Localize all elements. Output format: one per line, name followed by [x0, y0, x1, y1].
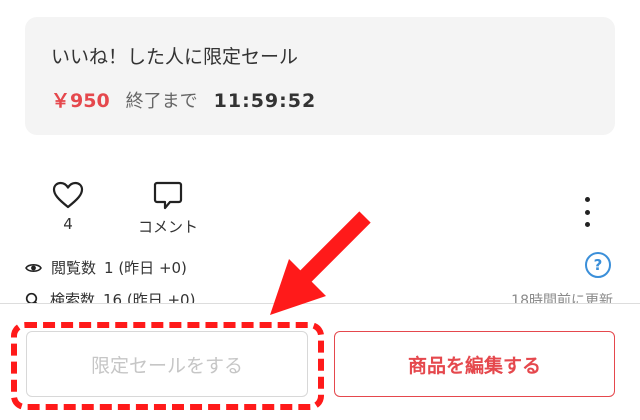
- bottom-action-bar: 限定セールをする 商品を編集する: [0, 303, 640, 420]
- heart-outline-icon: [52, 181, 84, 209]
- comment-action[interactable]: コメント: [126, 181, 210, 237]
- vertical-ellipsis-icon[interactable]: [580, 197, 594, 227]
- ellipsis-dot: [584, 197, 590, 202]
- limited-sale-card: [25, 17, 615, 135]
- speech-bubble-icon: [153, 181, 183, 210]
- sale-countdown: 11:59:52: [213, 90, 317, 112]
- views-stat: 閲覧数 1 (昨日 +0): [25, 257, 187, 278]
- sale-ends-label: 終了まで: [125, 91, 198, 112]
- ellipsis-dot: [584, 222, 590, 227]
- ellipsis-dot: [584, 209, 590, 215]
- comment-label: コメント: [137, 218, 198, 236]
- like-count: 4: [63, 215, 73, 233]
- views-label: 閲覧数: [51, 259, 97, 277]
- question-circle-icon[interactable]: ?: [585, 252, 611, 278]
- item-management-screen: いいね！した人に限定セール ￥950 終了まで 11:59:52 4 コメント …: [0, 0, 640, 420]
- sale-card-title: いいね！した人に限定セール: [51, 46, 299, 68]
- limited-sale-button[interactable]: 限定セールをする: [26, 331, 308, 397]
- edit-item-button[interactable]: 商品を編集する: [334, 331, 615, 397]
- eye-icon: [25, 263, 42, 272]
- like-action[interactable]: 4: [48, 181, 88, 233]
- views-value: 1 (昨日 +0): [104, 259, 187, 277]
- sale-price: ￥950: [51, 90, 110, 112]
- sale-price-row: ￥950 終了まで 11:59:52: [51, 86, 316, 113]
